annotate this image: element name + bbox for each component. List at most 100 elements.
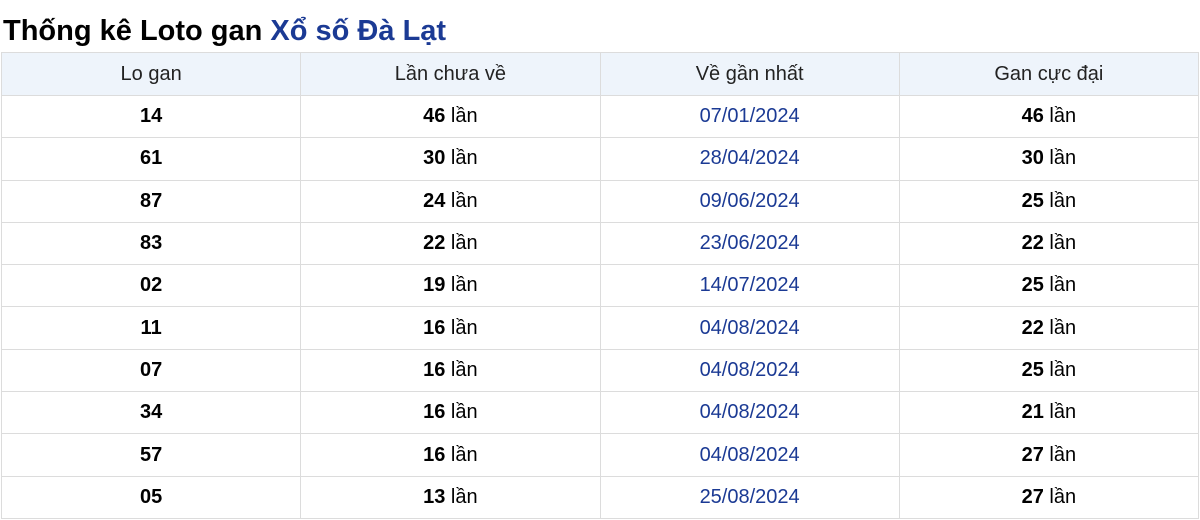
- missed-count-cell: 16 lần: [300, 348, 601, 393]
- last-seen-date[interactable]: 14/07/2024: [599, 264, 900, 308]
- max-gap-count: 27: [1021, 443, 1044, 466]
- table-row: 34 16 lần 04/08/2024 21 lần: [0, 391, 1200, 435]
- missed-count: 16: [423, 358, 446, 381]
- loto-gan-table: Lo gan Lần chưa về Về gần nhất Gan cực đ…: [0, 52, 1200, 519]
- missed-count: 46: [423, 105, 446, 128]
- missed-unit: lần: [450, 358, 478, 381]
- max-gap-unit: lần: [1049, 358, 1077, 381]
- missed-count: 13: [423, 485, 446, 508]
- missed-count-cell: 16 lần: [300, 433, 601, 477]
- table-row: 61 30 lần 28/04/2024 30 lần: [0, 137, 1200, 181]
- lo-number: 57: [0, 433, 302, 477]
- missed-unit: lần: [450, 147, 478, 170]
- missed-count: 24: [423, 189, 446, 212]
- table-row: 05 13 lần 25/08/2024 27 lần: [0, 475, 1200, 519]
- max-gap-unit: lần: [1049, 274, 1077, 297]
- max-gap-count: 22: [1021, 232, 1044, 255]
- lo-number: 07: [0, 348, 302, 393]
- missed-count: 16: [423, 316, 446, 339]
- table-row: 14 46 lần 07/01/2024 46 lần: [0, 94, 1200, 139]
- column-header-lo-gan: Lo gan: [0, 52, 302, 96]
- table-row: 87 24 lần 09/06/2024 25 lần: [0, 179, 1200, 223]
- max-gap-cell: 25 lần: [898, 348, 1200, 393]
- missed-count: 22: [423, 232, 446, 255]
- max-gap-unit: lần: [1049, 105, 1077, 128]
- lo-number: 61: [0, 137, 302, 181]
- title-link[interactable]: Xổ số Đà Lạt: [270, 15, 446, 47]
- lo-number: 83: [0, 221, 302, 266]
- last-seen-date[interactable]: 23/06/2024: [599, 221, 900, 266]
- max-gap-cell: 30 lần: [898, 137, 1200, 181]
- max-gap-count: 25: [1021, 358, 1044, 381]
- missed-count-cell: 46 lần: [300, 94, 601, 139]
- table-header-row: Lo gan Lần chưa về Về gần nhất Gan cực đ…: [0, 52, 1200, 96]
- max-gap-count: 30: [1021, 147, 1044, 170]
- max-gap-cell: 21 lần: [898, 391, 1200, 435]
- max-gap-unit: lần: [1049, 485, 1077, 508]
- max-gap-cell: 27 lần: [898, 433, 1200, 477]
- max-gap-unit: lần: [1049, 401, 1077, 424]
- column-header-ve-gan-nhat: Về gần nhất: [599, 52, 900, 96]
- lo-number: 14: [0, 94, 302, 139]
- max-gap-count: 27: [1021, 485, 1044, 508]
- missed-unit: lần: [450, 274, 478, 297]
- missed-unit: lần: [450, 485, 478, 508]
- missed-unit: lần: [450, 189, 478, 212]
- missed-count-cell: 30 lần: [300, 137, 601, 181]
- page-title: Thống kê Loto gan Xổ số Đà Lạt: [0, 0, 1200, 52]
- last-seen-date[interactable]: 04/08/2024: [599, 306, 900, 350]
- last-seen-date[interactable]: 09/06/2024: [599, 179, 900, 223]
- missed-count: 16: [423, 401, 446, 424]
- max-gap-count: 21: [1021, 401, 1044, 424]
- missed-unit: lần: [450, 316, 478, 339]
- max-gap-cell: 22 lần: [898, 221, 1200, 266]
- lo-number: 34: [0, 391, 302, 435]
- missed-count: 19: [423, 274, 446, 297]
- missed-count-cell: 13 lần: [300, 475, 601, 519]
- last-seen-date[interactable]: 04/08/2024: [599, 433, 900, 477]
- missed-unit: lần: [450, 401, 478, 424]
- max-gap-unit: lần: [1049, 443, 1077, 466]
- missed-count: 16: [423, 443, 446, 466]
- missed-unit: lần: [450, 105, 478, 128]
- max-gap-count: 25: [1021, 274, 1044, 297]
- missed-count-cell: 24 lần: [300, 179, 601, 223]
- table-row: 83 22 lần 23/06/2024 22 lần: [0, 221, 1200, 266]
- missed-count-cell: 22 lần: [300, 221, 601, 266]
- column-header-lan-chua-ve: Lần chưa về: [300, 52, 601, 96]
- last-seen-date[interactable]: 04/08/2024: [599, 348, 900, 393]
- last-seen-date[interactable]: 28/04/2024: [599, 137, 900, 181]
- missed-unit: lần: [450, 232, 478, 255]
- title-prefix: Thống kê Loto gan: [3, 15, 263, 47]
- last-seen-date[interactable]: 25/08/2024: [599, 475, 900, 519]
- max-gap-count: 25: [1021, 189, 1044, 212]
- missed-unit: lần: [450, 443, 478, 466]
- max-gap-unit: lần: [1049, 232, 1077, 255]
- table-row: 02 19 lần 14/07/2024 25 lần: [0, 264, 1200, 308]
- max-gap-cell: 46 lần: [898, 94, 1200, 139]
- table-body: 14 46 lần 07/01/2024 46 lần 61 30 lần 28/04/20…: [0, 94, 1200, 519]
- max-gap-cell: 25 lần: [898, 264, 1200, 308]
- max-gap-cell: 22 lần: [898, 306, 1200, 350]
- missed-count-cell: 16 lần: [300, 306, 601, 350]
- lo-number: 05: [0, 475, 302, 519]
- page: Thống kê Loto gan Xổ số Đà Lạt Lo gan Lầ…: [0, 0, 1200, 520]
- last-seen-date[interactable]: 07/01/2024: [599, 94, 900, 139]
- max-gap-count: 46: [1021, 105, 1044, 128]
- column-header-gan-cuc-dai: Gan cực đại: [898, 52, 1200, 96]
- max-gap-cell: 25 lần: [898, 179, 1200, 223]
- missed-count-cell: 19 lần: [300, 264, 601, 308]
- max-gap-unit: lần: [1049, 147, 1077, 170]
- missed-count: 30: [423, 147, 446, 170]
- lo-number: 87: [0, 179, 302, 223]
- max-gap-unit: lần: [1049, 316, 1077, 339]
- lo-number: 02: [0, 264, 302, 308]
- lo-number: 11: [0, 306, 302, 350]
- last-seen-date[interactable]: 04/08/2024: [599, 391, 900, 435]
- table-row: 07 16 lần 04/08/2024 25 lần: [0, 348, 1200, 393]
- max-gap-unit: lần: [1049, 189, 1077, 212]
- table-row: 57 16 lần 04/08/2024 27 lần: [0, 433, 1200, 477]
- missed-count-cell: 16 lần: [300, 391, 601, 435]
- table-row: 11 16 lần 04/08/2024 22 lần: [0, 306, 1200, 350]
- max-gap-cell: 27 lần: [898, 475, 1200, 519]
